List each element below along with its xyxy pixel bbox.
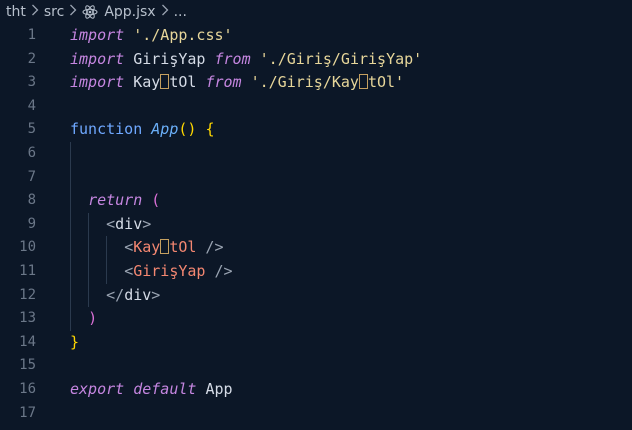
component-name-part: tOl <box>169 238 197 257</box>
tag-bracket: < <box>124 238 134 257</box>
tag-name: div <box>115 214 143 233</box>
code-line[interactable]: <GirişYap /> <box>70 259 630 284</box>
code-line[interactable]: <Kay tOl /> <box>70 236 630 260</box>
keyword: import <box>70 49 125 68</box>
indent-guide <box>88 283 89 308</box>
line-number: 12 <box>19 286 36 303</box>
line-number: 9 <box>27 215 36 232</box>
indent-guide <box>70 141 71 166</box>
indent-guide <box>88 212 89 237</box>
indent-guide <box>70 165 71 190</box>
string-literal: './App.css' <box>133 26 233 44</box>
code-line[interactable] <box>70 165 630 190</box>
breadcrumb-item-more[interactable]: ... <box>174 4 187 20</box>
line-number-gutter: 1 2 3 4 5 6 7 8 9 10 11 12 13 14 15 16 1… <box>0 24 52 425</box>
code-line[interactable] <box>70 141 630 166</box>
identifier: App <box>205 379 233 398</box>
line-number: 11 <box>19 262 36 279</box>
code-line[interactable]: function App() { <box>70 118 630 142</box>
keyword: return <box>88 191 143 210</box>
line-number: 2 <box>27 50 36 67</box>
code-line[interactable]: ) <box>70 307 630 331</box>
brace: { <box>205 120 215 139</box>
breadcrumb-item-src[interactable]: src <box>44 4 64 20</box>
invalid-character-box-icon <box>160 74 170 90</box>
chevron-right-icon <box>31 4 39 20</box>
tag-bracket: > <box>151 285 161 304</box>
line-number: 10 <box>19 239 36 256</box>
tag-name: div <box>124 285 152 304</box>
keyword: default <box>133 379 197 398</box>
code-line[interactable] <box>70 402 630 426</box>
keyword: import <box>70 73 125 92</box>
component-name-part: Kay <box>133 238 161 257</box>
line-number: 16 <box>19 380 36 397</box>
string-literal: './Giriş/GirişYap' <box>259 49 423 68</box>
breadcrumb: tht src App.jsx ... <box>0 0 632 24</box>
tag-bracket: /> <box>205 261 233 280</box>
tag-bracket: < <box>124 261 134 280</box>
indent-guide <box>70 259 71 284</box>
component-name: GirişYap <box>133 261 206 280</box>
line-number: 6 <box>27 144 36 161</box>
brace: } <box>70 332 80 351</box>
line-number: 13 <box>19 310 36 327</box>
indent-guide <box>70 283 71 308</box>
identifier: GirişYap <box>133 49 206 68</box>
react-icon <box>82 4 98 20</box>
line-number: 15 <box>19 357 36 374</box>
indent-guide <box>88 236 89 260</box>
breadcrumb-item-tht[interactable]: tht <box>6 4 26 20</box>
tag-bracket: > <box>142 214 152 233</box>
indent-guide <box>70 236 71 260</box>
code-line[interactable] <box>70 95 630 119</box>
breadcrumb-item-app-jsx[interactable]: App.jsx <box>104 4 155 20</box>
chevron-right-icon <box>161 4 169 20</box>
code-line[interactable]: </div> <box>70 283 630 308</box>
line-number: 5 <box>27 121 36 138</box>
paren: ( <box>151 191 161 210</box>
string-literal-part: './Giriş/Kay <box>250 73 359 92</box>
tag-bracket: < <box>106 214 116 233</box>
code-line[interactable]: import Kay tOl from './Giriş/Kay tOl' <box>70 71 630 95</box>
code-line[interactable]: } <box>70 331 630 355</box>
keyword: from <box>205 73 242 92</box>
identifier-part: Kay <box>133 73 161 92</box>
tag-bracket: </ <box>106 285 125 304</box>
keyword: export <box>70 379 125 398</box>
line-number: 17 <box>19 404 36 421</box>
line-number: 1 <box>27 27 36 43</box>
code-line[interactable]: import './App.css' <box>70 24 630 48</box>
code-editor: tht src App.jsx ... 1 2 3 4 5 6 7 8 9 10… <box>0 0 632 430</box>
invalid-character-box-icon <box>160 239 170 255</box>
code-line[interactable]: <div> <box>70 212 630 237</box>
indent-guide <box>106 236 107 260</box>
line-number: 3 <box>27 74 36 91</box>
line-number: 8 <box>27 192 36 209</box>
indent-guide <box>106 259 107 284</box>
code-line[interactable] <box>70 354 630 378</box>
line-number: 7 <box>27 168 36 185</box>
indent-guide <box>88 259 89 284</box>
invalid-character-box-icon <box>358 74 368 90</box>
line-number: 14 <box>19 333 36 350</box>
chevron-right-icon <box>69 4 77 20</box>
indent-guide <box>70 212 71 237</box>
function-name: App <box>151 120 179 139</box>
paren: ) <box>88 309 98 328</box>
code-line[interactable]: import GirişYap from './Giriş/GirişYap' <box>70 48 630 72</box>
indent-guide <box>70 189 71 213</box>
code-area[interactable]: import './App.css' import GirişYap from … <box>70 24 630 425</box>
tag-bracket: /> <box>196 238 224 257</box>
keyword: import <box>70 26 125 44</box>
string-literal-part: tOl' <box>367 73 405 92</box>
indent-guide <box>70 307 71 331</box>
keyword: function <box>70 120 143 139</box>
code-line[interactable]: return ( <box>70 189 630 213</box>
paren: () <box>178 120 197 139</box>
keyword: from <box>214 49 251 68</box>
identifier-part: tOl <box>169 73 197 92</box>
code-line[interactable]: export default App <box>70 378 630 402</box>
line-number: 4 <box>27 97 36 114</box>
